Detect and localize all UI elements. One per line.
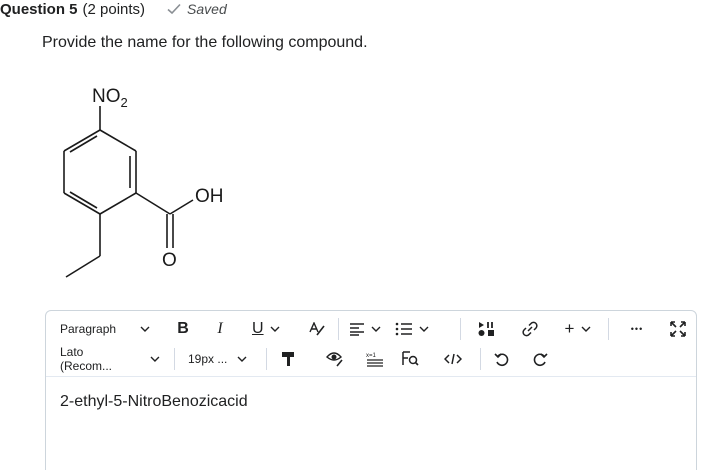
accessibility-checker-button[interactable] bbox=[324, 346, 346, 372]
svg-text:x=1: x=1 bbox=[366, 353, 377, 359]
chevron-down-icon bbox=[419, 326, 429, 332]
block-format-select[interactable]: Paragraph bbox=[60, 316, 160, 342]
text-color-icon bbox=[309, 322, 325, 336]
toolbar-divider bbox=[338, 318, 339, 340]
equation-editor-button[interactable]: x=1 bbox=[364, 346, 386, 372]
fullscreen-button[interactable] bbox=[668, 316, 688, 342]
check-icon bbox=[167, 3, 181, 15]
align-icon bbox=[350, 323, 364, 336]
find-replace-icon bbox=[402, 351, 419, 366]
font-size-value: 19px ... bbox=[188, 352, 228, 366]
question-prompt: Provide the name for the following compo… bbox=[42, 34, 368, 51]
chevron-down-icon bbox=[150, 356, 160, 362]
insert-link-button[interactable] bbox=[518, 316, 542, 342]
chevron-down-icon bbox=[270, 326, 280, 332]
saved-status: Saved bbox=[167, 1, 227, 17]
toolbar-divider bbox=[480, 348, 481, 370]
hydroxyl-bond bbox=[169, 199, 194, 215]
chevron-down-icon bbox=[371, 326, 381, 332]
format-painter-button[interactable] bbox=[278, 346, 298, 372]
list-icon bbox=[395, 322, 412, 336]
undo-button[interactable] bbox=[492, 346, 512, 372]
editor-toolbar: Paragraph B I U + ••• Lato (Recom... 19p… bbox=[46, 311, 696, 377]
chevron-down-icon bbox=[581, 326, 591, 332]
block-format-value: Paragraph bbox=[60, 322, 117, 336]
format-painter-icon bbox=[282, 352, 294, 366]
media-icon bbox=[478, 322, 494, 336]
accessibility-icon bbox=[326, 352, 343, 367]
rich-text-editor[interactable]: Paragraph B I U + ••• Lato (Recom... 19p… bbox=[45, 310, 697, 470]
add-label: + bbox=[564, 319, 575, 338]
underline-label: U bbox=[252, 320, 264, 337]
underline-button[interactable]: U bbox=[252, 316, 288, 342]
equation-icon: x=1 bbox=[366, 353, 383, 367]
find-replace-button[interactable] bbox=[400, 346, 422, 372]
question-header: Question 5 (2 points) Saved bbox=[0, 0, 227, 19]
toolbar-divider bbox=[460, 318, 461, 340]
chevron-down-icon bbox=[140, 326, 150, 332]
align-button[interactable] bbox=[346, 316, 384, 342]
question-points: (2 points) bbox=[82, 0, 146, 18]
redo-icon bbox=[533, 353, 548, 367]
hydroxyl-label: OH bbox=[195, 186, 224, 207]
source-code-button[interactable] bbox=[440, 346, 466, 372]
redo-button[interactable] bbox=[530, 346, 550, 372]
toolbar-divider bbox=[174, 348, 175, 370]
more-actions-button[interactable]: ••• bbox=[626, 316, 648, 342]
nitro-label: NO2 bbox=[92, 86, 128, 110]
list-button[interactable] bbox=[392, 316, 432, 342]
insert-stuff-button[interactable]: + bbox=[562, 316, 594, 342]
more-icon: ••• bbox=[630, 324, 644, 334]
question-title: Question 5 bbox=[0, 0, 78, 18]
toolbar-divider bbox=[608, 318, 609, 340]
toolbar-divider bbox=[266, 348, 267, 370]
font-family-value: Lato (Recom... bbox=[60, 345, 113, 373]
text-color-button[interactable] bbox=[306, 316, 328, 342]
bold-button[interactable]: B bbox=[172, 316, 194, 342]
chevron-down-icon bbox=[237, 356, 247, 362]
carbonyl-o-label: O bbox=[162, 250, 177, 271]
benzene-ring bbox=[63, 129, 137, 215]
chemical-structure: NO2 OH O bbox=[50, 78, 250, 278]
link-icon bbox=[522, 321, 538, 337]
ethyl-bond-2 bbox=[65, 255, 101, 278]
insert-media-button[interactable] bbox=[474, 316, 500, 342]
font-size-select[interactable]: 19px ... bbox=[188, 346, 252, 372]
fullscreen-icon bbox=[670, 321, 686, 337]
saved-label: Saved bbox=[187, 1, 227, 17]
carboxyl-bond bbox=[135, 192, 171, 215]
italic-button[interactable]: I bbox=[210, 316, 230, 342]
undo-icon bbox=[494, 353, 509, 367]
source-code-icon bbox=[444, 353, 462, 365]
font-family-select[interactable]: Lato (Recom... bbox=[60, 345, 160, 373]
editor-content[interactable]: 2-ethyl-5-NitroBenozicacid bbox=[60, 393, 248, 411]
